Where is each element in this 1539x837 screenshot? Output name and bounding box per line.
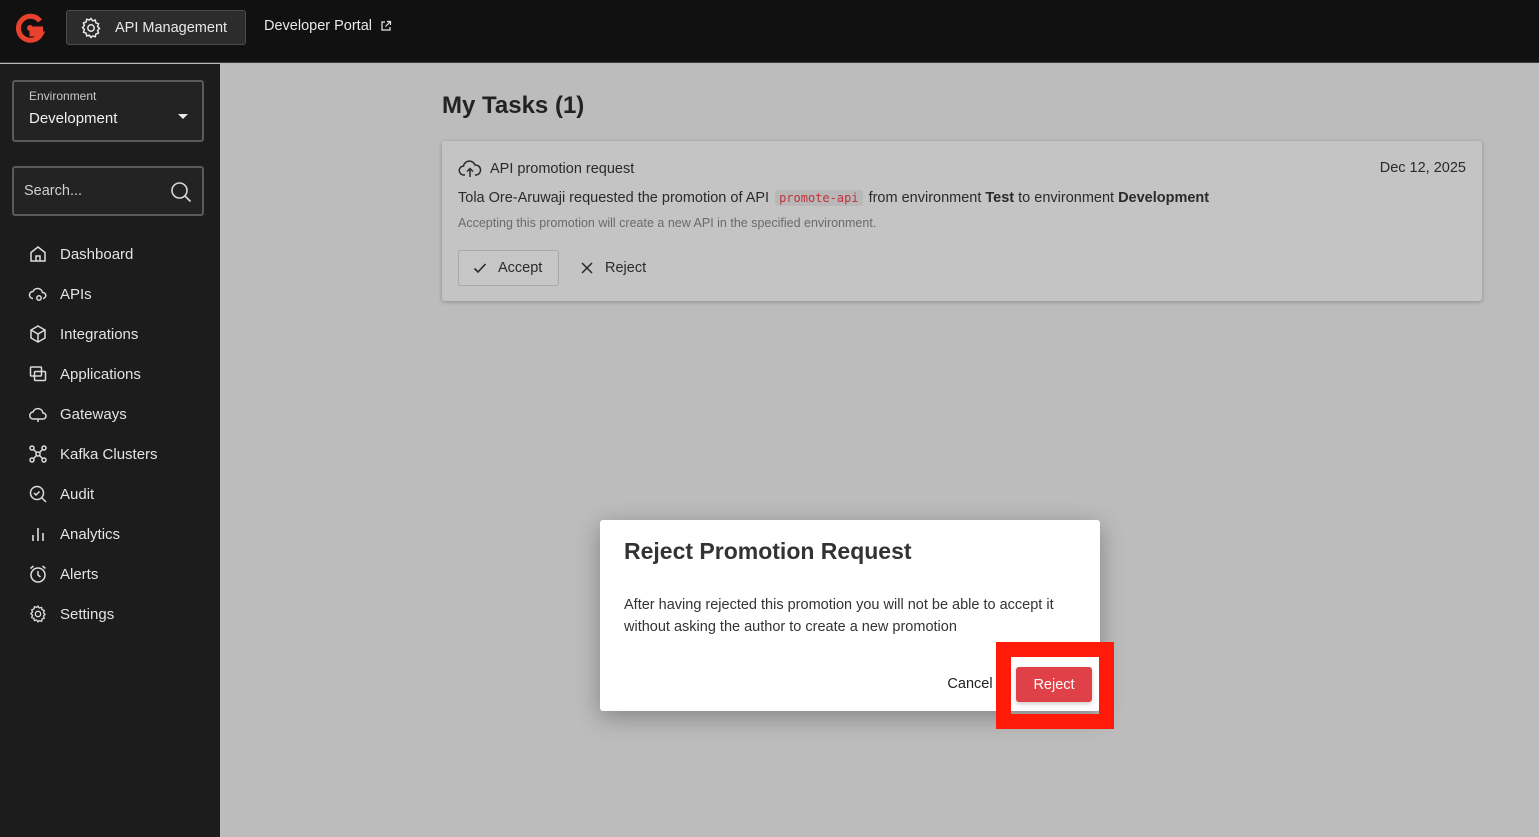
task-type: API promotion request	[490, 161, 635, 177]
dialog-title: Reject Promotion Request	[624, 538, 912, 564]
environment-label: Environment	[29, 89, 97, 103]
home-icon	[30, 246, 46, 262]
task-description: Tola Ore-Aruwaji requested the promotion…	[458, 190, 1213, 206]
external-link-icon	[381, 20, 392, 31]
sidebar-item-label: Audit	[60, 485, 95, 503]
main-content: My Tasks (1) API promotion request Dec 1…	[220, 64, 1539, 837]
chevron-down-icon	[178, 114, 188, 119]
cancel-button[interactable]: Cancel	[938, 671, 1002, 697]
sidebar-nav: Dashboard APIs Integrations Applications…	[0, 234, 220, 634]
task-source-env: Test	[985, 190, 1015, 206]
sidebar-item-label: Integrations	[60, 325, 139, 343]
search-input[interactable]	[24, 180, 164, 202]
task-header: API promotion request	[458, 157, 634, 181]
reject-promotion-dialog: Reject Promotion Request After having re…	[600, 520, 1100, 711]
task-date: Dec 12, 2025	[1379, 160, 1466, 176]
sidebar-item-label: Settings	[60, 605, 115, 623]
sidebar-item-label: Kafka Clusters	[60, 445, 158, 463]
sidebar-item-analytics[interactable]: Analytics	[0, 514, 220, 554]
alarm-icon	[30, 565, 46, 583]
gear-icon	[81, 16, 101, 39]
gear-icon	[29, 605, 47, 623]
search-icon[interactable]	[170, 181, 192, 203]
reject-task-label: Reject	[605, 260, 647, 276]
task-api-name: promote-api	[775, 190, 863, 206]
task-text-from: from environment	[868, 190, 982, 206]
cloud-upload-icon	[458, 160, 482, 177]
confirm-reject-button[interactable]: Reject	[1016, 667, 1092, 702]
nodes-icon	[29, 445, 47, 463]
task-note: Accepting this promotion will create a n…	[458, 216, 877, 230]
sidebar-item-integrations[interactable]: Integrations	[0, 314, 220, 354]
developer-portal-link[interactable]: Developer Portal	[264, 18, 392, 34]
sidebar-item-label: Applications	[60, 365, 141, 383]
search-box	[12, 166, 204, 216]
sidebar-item-apis[interactable]: APIs	[0, 274, 220, 314]
environment-select[interactable]: Environment Development	[12, 80, 204, 142]
task-text-requested: requested the promotion of API	[569, 190, 770, 206]
app-switcher-button[interactable]: API Management	[66, 10, 246, 45]
sidebar-item-label: APIs	[60, 285, 92, 303]
sidebar-item-audit[interactable]: Audit	[0, 474, 220, 514]
cloud-icon	[29, 407, 47, 422]
dialog-body: After having rejected this promotion you…	[624, 597, 1054, 635]
sidebar-item-label: Gateways	[60, 405, 127, 423]
task-requester: Tola Ore-Aruwaji	[458, 190, 566, 206]
sidebar-item-label: Alerts	[60, 565, 99, 583]
environment-value: Development	[29, 110, 118, 127]
check-icon	[473, 263, 487, 274]
task-card: API promotion request Dec 12, 2025 Tola …	[442, 141, 1482, 301]
accept-button[interactable]: Accept	[458, 250, 559, 286]
developer-portal-label: Developer Portal	[264, 18, 372, 34]
sidebar-item-settings[interactable]: Settings	[0, 594, 220, 634]
sidebar: Environment Development Dashboard APIs I…	[0, 64, 220, 837]
windows-icon	[29, 366, 47, 382]
sidebar-item-applications[interactable]: Applications	[0, 354, 220, 394]
reject-task-button[interactable]: Reject	[579, 250, 646, 286]
cube-icon	[30, 325, 46, 343]
top-bar: API Management Developer Portal	[0, 0, 1539, 63]
sidebar-item-label: Analytics	[60, 525, 121, 543]
sidebar-item-label: Dashboard	[60, 245, 134, 263]
gravitee-logo-icon[interactable]	[14, 12, 46, 44]
sidebar-item-gateways[interactable]: Gateways	[0, 394, 220, 434]
task-text-to: to environment	[1018, 190, 1115, 206]
accept-label: Accept	[498, 260, 543, 276]
sidebar-item-dashboard[interactable]: Dashboard	[0, 234, 220, 274]
page-title: My Tasks (1)	[442, 92, 585, 119]
task-target-env: Development	[1118, 190, 1210, 206]
sidebar-item-kafka-clusters[interactable]: Kafka Clusters	[0, 434, 220, 474]
close-icon	[581, 262, 593, 274]
app-switcher-label: API Management	[115, 19, 228, 36]
sidebar-item-alerts[interactable]: Alerts	[0, 554, 220, 594]
search-check-icon	[29, 485, 47, 503]
cloud-gear-icon	[28, 287, 47, 301]
bar-chart-icon	[32, 528, 44, 541]
